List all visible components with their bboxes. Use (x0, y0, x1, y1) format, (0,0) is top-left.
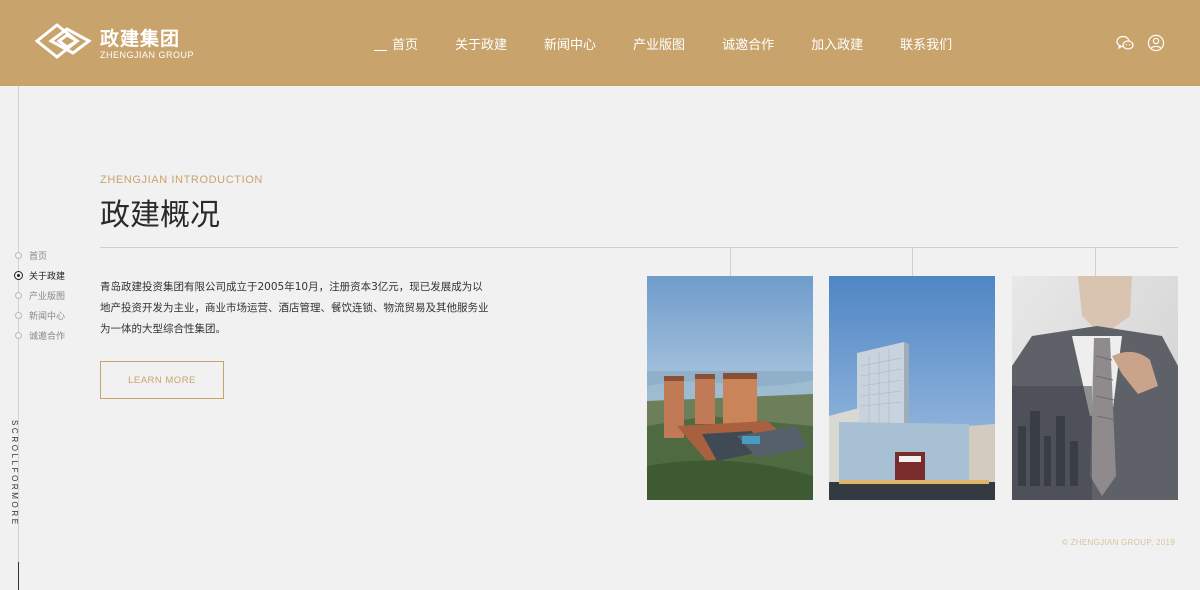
divider-tick (1095, 247, 1096, 276)
tower-image (829, 276, 995, 500)
side-nav-label: 产业版图 (29, 292, 66, 302)
scroll-indicator (18, 562, 19, 590)
site-header: 政建集团 ZHENGJIAN GROUP 首页 关于政建 新闻中心 产业版图 诚… (0, 0, 1200, 86)
photo-office-tower[interactable] (829, 276, 995, 500)
side-dot-icon (15, 312, 22, 319)
wechat-icon[interactable] (1116, 34, 1134, 52)
brand-logo[interactable]: 政建集团 ZHENGJIAN GROUP (33, 20, 195, 64)
side-nav-label: 关于政建 (29, 272, 66, 282)
brand-name-cn: 政建集团 (100, 28, 181, 50)
section-eyebrow: ZHENGJIAN INTRODUCTION (100, 174, 263, 186)
photo-businessman[interactable] (1012, 276, 1178, 500)
side-dot-icon (15, 332, 22, 339)
nav-item-contact[interactable]: 联系我们 (900, 34, 952, 53)
side-nav-label: 诚邀合作 (29, 332, 66, 342)
logo-mark-icon (34, 23, 92, 59)
nav-item-join[interactable]: 加入政建 (811, 34, 863, 53)
nav-item-about[interactable]: 关于政建 (455, 34, 507, 53)
learn-more-button[interactable]: LEARN MORE (100, 361, 224, 399)
side-nav-label: 新闻中心 (29, 312, 66, 322)
section-divider (100, 247, 1178, 248)
side-nav-label: 首页 (29, 252, 48, 262)
brand-name-en: ZHENGJIAN GROUP (100, 50, 195, 60)
side-dot-icon (15, 292, 22, 299)
photo-waterfront-hotel[interactable] (647, 276, 813, 500)
nav-item-news[interactable]: 新闻中心 (544, 34, 596, 53)
side-dot-icon (15, 252, 22, 259)
side-dot-active-icon (14, 271, 23, 280)
company-intro: 青岛政建投资集团有限公司成立于2005年10月，注册资本3亿元，现已发展成为以地… (100, 281, 489, 335)
nav-item-industry[interactable]: 产业版图 (633, 34, 685, 53)
divider-tick (730, 247, 731, 276)
section-title: 政建概况 (100, 198, 220, 233)
user-icon[interactable] (1147, 34, 1165, 52)
scroll-for-more-hint: SCROLLFORMORE (10, 420, 19, 527)
copyright-text: © ZHENGJIAN GROUP, 2019 (1061, 538, 1175, 547)
main-nav: 首页 关于政建 新闻中心 产业版图 诚邀合作 加入政建 联系我们 (372, 0, 989, 86)
businessman-image (1012, 276, 1178, 500)
nav-item-cooperation[interactable]: 诚邀合作 (722, 34, 774, 53)
hotel-image (647, 276, 813, 500)
nav-item-home[interactable]: 首页 (372, 34, 418, 53)
divider-tick (912, 247, 913, 276)
